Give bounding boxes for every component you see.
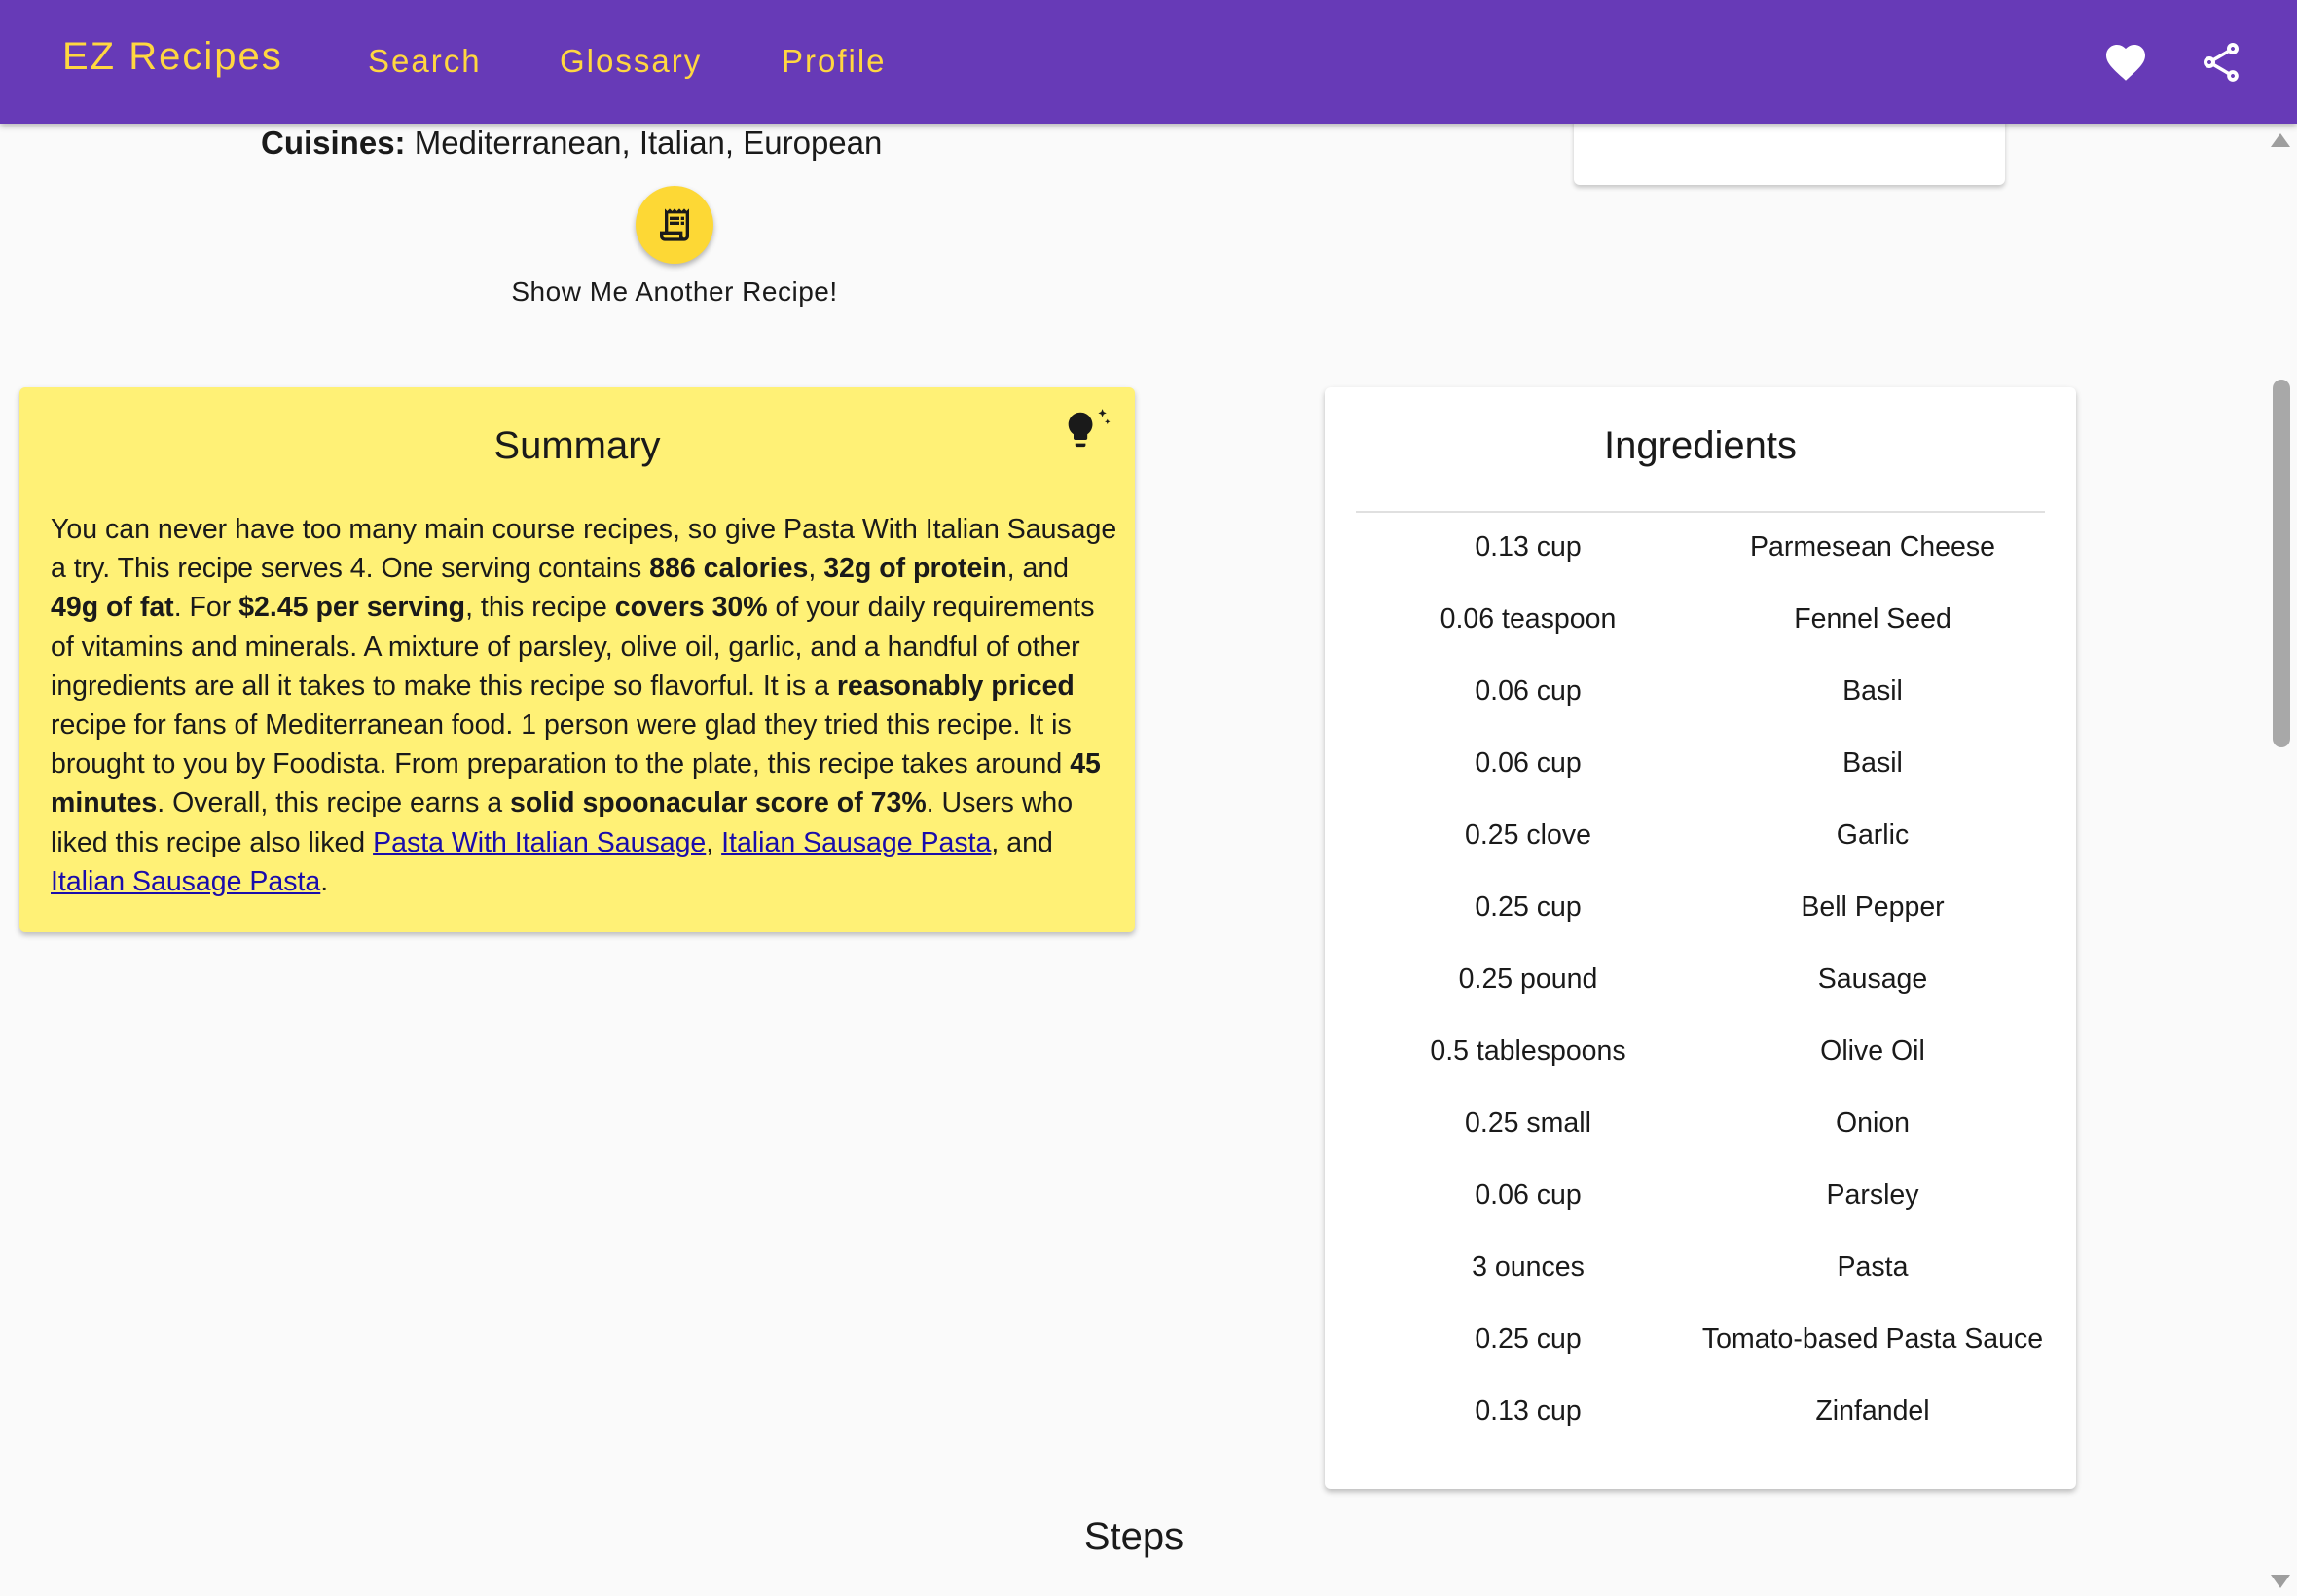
- page-scrollbar[interactable]: [2266, 124, 2297, 1596]
- summary-text: You can never have too many main course …: [51, 510, 1121, 901]
- ingredient-row: 0.13 cup Zinfandel: [1356, 1396, 2045, 1468]
- ingredient-row: 0.25 small Onion: [1356, 1107, 2045, 1179]
- summary-calories: 886 calories: [649, 553, 809, 585]
- ingredient-amount: 0.13 cup: [1475, 531, 1582, 562]
- summary-text-part: . Overall, this recipe earns a: [157, 787, 511, 819]
- heart-icon[interactable]: [2102, 39, 2149, 86]
- summary-text-part: . For: [173, 592, 239, 624]
- summary-fat: 49g of fat: [51, 592, 174, 624]
- summary-card: Summary You can never have too many main…: [19, 387, 1135, 932]
- summary-text-part: .: [320, 865, 329, 897]
- summary-score: solid spoonacular score of 73%: [510, 787, 927, 819]
- ingredient-name: Basil: [1842, 747, 1903, 779]
- ingredient-row: 0.06 cup Basil: [1356, 747, 2045, 819]
- ingredient-row: 0.13 cup Parmesean Cheese: [1356, 531, 2045, 603]
- ingredient-amount: 0.25 pound: [1458, 963, 1598, 995]
- similar-recipe-link-2[interactable]: Italian Sausage Pasta: [721, 827, 991, 858]
- another-recipe-button[interactable]: [636, 186, 713, 264]
- top-app-bar: EZ Recipes Search Glossary Profile: [0, 0, 2297, 124]
- ingredients-card: Ingredients 0.13 cup Parmesean Cheese 0.0…: [1325, 387, 2076, 1489]
- ingredients-title: Ingredients: [1604, 424, 1797, 467]
- ingredient-row: 0.06 cup Basil: [1356, 675, 2045, 747]
- ingredient-amount: 0.25 cup: [1475, 1324, 1582, 1355]
- similar-recipe-link-3[interactable]: Italian Sausage Pasta: [51, 866, 320, 897]
- cuisines-line: Cuisines: Mediterranean, Italian, Europe…: [261, 125, 882, 162]
- brand-title[interactable]: EZ Recipes: [62, 35, 283, 79]
- ingredient-row: 0.06 teaspoon Fennel Seed: [1356, 603, 2045, 675]
- ingredient-row: 0.25 cup Tomato-based Pasta Sauce: [1356, 1324, 2045, 1396]
- nav-link-profile[interactable]: Profile: [782, 43, 887, 80]
- summary-text-part: , this recipe: [465, 592, 615, 624]
- summary-price: $2.45 per serving: [238, 592, 466, 624]
- ingredients-divider: [1356, 511, 2045, 513]
- ingredient-amount: 0.13 cup: [1475, 1396, 1582, 1427]
- ingredient-amount: 0.06 cup: [1475, 747, 1582, 779]
- ingredient-amount: 0.06 cup: [1475, 1179, 1582, 1211]
- summary-text-part: , and: [991, 826, 1053, 858]
- ingredient-row: 0.25 clove Garlic: [1356, 819, 2045, 891]
- ingredient-amount: 0.06 teaspoon: [1440, 603, 1617, 635]
- lightbulb-sparkle-icon: [1068, 409, 1111, 448]
- ingredient-amount: 3 ounces: [1472, 1251, 1585, 1283]
- summary-priced: reasonably priced: [836, 670, 1075, 702]
- ingredients-list: 0.13 cup Parmesean Cheese 0.06 teaspoon Fe…: [1356, 531, 2045, 1468]
- ingredient-name: Parmesean Cheese: [1750, 531, 1995, 562]
- ingredient-row: 0.25 cup Bell Pepper: [1356, 891, 2045, 963]
- ingredient-name: Parsley: [1826, 1179, 1919, 1211]
- ingredient-name: Onion: [1835, 1107, 1911, 1139]
- nav-link-search[interactable]: Search: [368, 43, 482, 80]
- similar-recipe-link-1[interactable]: Pasta With Italian Sausage: [373, 827, 706, 858]
- another-recipe-label: Show Me Another Recipe!: [511, 276, 838, 307]
- ingredient-amount: 0.25 clove: [1465, 819, 1591, 851]
- ingredient-name: Pasta: [1837, 1251, 1909, 1283]
- summary-text-part: , and: [1006, 553, 1070, 585]
- ingredient-name: Olive Oil: [1820, 1035, 1925, 1067]
- ingredient-amount: 0.5 tablespoons: [1430, 1035, 1626, 1067]
- ingredient-amount: 0.06 cup: [1475, 675, 1582, 707]
- ingredient-name: Basil: [1842, 675, 1903, 707]
- summary-protein: 32g of protein: [823, 553, 1007, 585]
- share-icon[interactable]: [2198, 39, 2244, 86]
- ingredient-name: Zinfandel: [1815, 1396, 1930, 1427]
- summary-title: Summary: [493, 424, 661, 467]
- ingredient-row: 3 ounces Pasta: [1356, 1251, 2045, 1324]
- ingredient-amount: 0.25 cup: [1475, 891, 1582, 923]
- receipt-icon: [660, 208, 689, 241]
- ingredient-name: Tomato-based Pasta Sauce: [1701, 1324, 2044, 1355]
- scrollbar-thumb[interactable]: [2273, 380, 2290, 747]
- summary-text-part: recipe for fans of Mediterranean food. 1…: [51, 709, 1072, 780]
- cuisines-value: Mediterranean, Italian, European: [405, 125, 883, 161]
- ingredient-row: 0.25 pound Sausage: [1356, 963, 2045, 1035]
- ingredient-row: 0.5 tablespoons Olive Oil: [1356, 1035, 2045, 1107]
- ingredient-row: 0.06 cup Parsley: [1356, 1179, 2045, 1251]
- ingredient-name: Bell Pepper: [1801, 891, 1945, 923]
- summary-text-part: ,: [808, 553, 824, 585]
- summary-covers: covers 30%: [614, 592, 768, 624]
- ingredient-name: Sausage: [1817, 963, 1928, 995]
- ingredient-amount: 0.25 small: [1465, 1107, 1591, 1139]
- steps-title: Steps: [1083, 1515, 1185, 1558]
- scroll-down-arrow-icon[interactable]: [2271, 1575, 2290, 1588]
- scroll-up-arrow-icon[interactable]: [2271, 133, 2290, 147]
- nav-link-glossary[interactable]: Glossary: [560, 43, 702, 80]
- ingredient-name: Fennel Seed: [1794, 603, 1951, 635]
- summary-text-part: ,: [706, 826, 722, 858]
- ingredient-name: Garlic: [1836, 819, 1910, 851]
- cuisines-label: Cuisines:: [261, 125, 406, 161]
